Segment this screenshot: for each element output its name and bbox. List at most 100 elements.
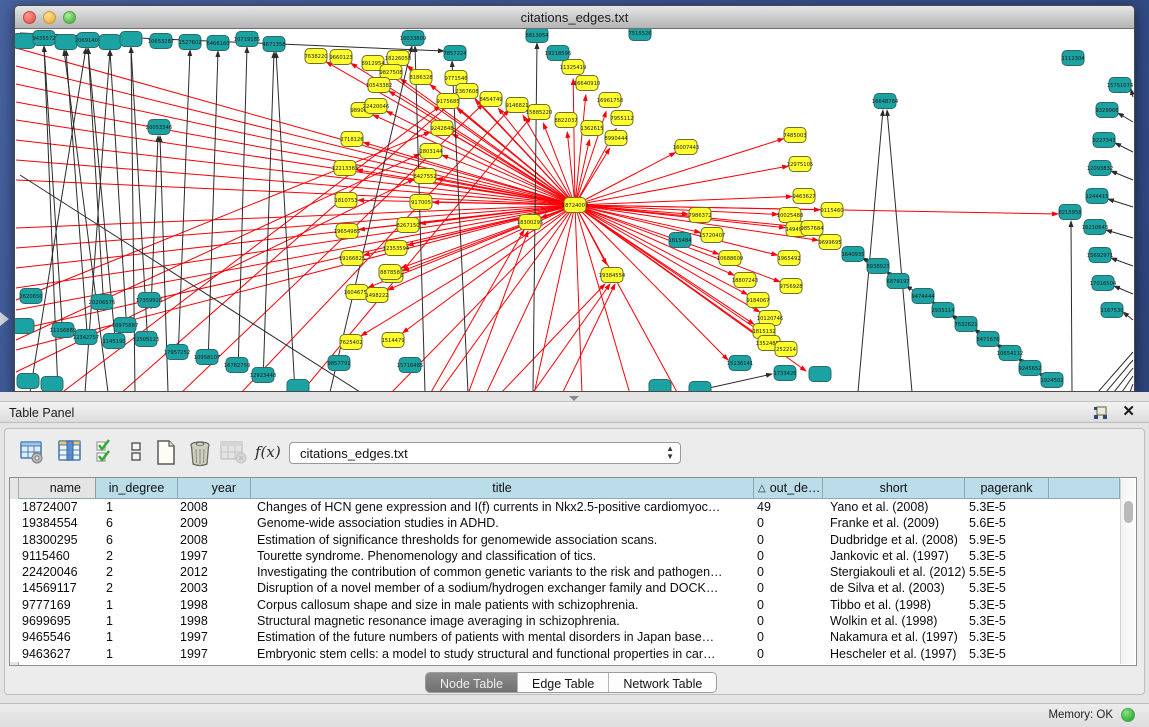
cell-year[interactable]: 2012 [178,564,251,580]
cell-out_de…[interactable]: 0 [754,597,823,613]
graph-node-selected[interactable]: 16961758 [597,93,623,108]
cell-gutter[interactable] [1049,564,1120,580]
cell-short[interactable]: Dudbridge et al. (2008) [823,532,965,548]
cell-name[interactable]: 9699695 [19,613,96,629]
cell-in_degree[interactable]: 2 [96,580,178,596]
citation-edge-black[interactable] [1106,360,1133,391]
table-row[interactable]: 1938455462009Genome-wide association stu… [10,515,1128,531]
citation-edge-red[interactable] [452,134,575,205]
citation-edge-red[interactable] [575,205,747,294]
citation-edge-black[interactable] [1108,199,1133,207]
citation-edge-black[interactable] [208,51,218,365]
graph-node-selected[interactable]: 16640910 [574,76,600,91]
graph-node[interactable]: 1167530 [1100,303,1123,318]
graph-node-selected[interactable]: 2718126 [340,132,363,147]
cell-out_de…[interactable]: 0 [754,515,823,531]
cell-name[interactable]: 9777169 [19,597,96,613]
cell-short[interactable]: Tibbo et al. (1998) [823,597,965,613]
citation-edge-black[interactable] [1130,384,1133,391]
cell-pagerank[interactable]: 5.3E-5 [965,548,1049,564]
window-titlebar[interactable]: citations_edges.txt [15,6,1134,29]
cell-in_degree[interactable]: 6 [96,532,178,548]
graph-node[interactable]: 16648784 [872,94,899,109]
graph-node-selected[interactable]: 10025488 [777,208,803,223]
graph-node-selected[interactable]: 1514479 [381,333,404,348]
graph-node[interactable] [55,35,77,50]
cell-pagerank[interactable]: 5.3E-5 [965,613,1049,629]
cell-short[interactable]: Wolkin et al. (1998) [823,613,965,629]
graph-node[interactable]: 8938923 [866,259,889,274]
graph-node[interactable]: 9245652 [1018,361,1041,376]
table-panel-titlebar[interactable]: Table Panel ✕ [0,401,1149,423]
graph-node-selected[interactable]: 9115460 [820,203,843,218]
citation-edge-black[interactable] [1098,352,1133,391]
cell-gutter[interactable] [10,548,19,564]
citation-edge-black[interactable] [1106,230,1133,238]
cell-title[interactable]: Genome-wide association studies in ADHD. [251,515,754,531]
graph-node[interactable]: 1815484 [668,233,692,248]
citation-edge-red[interactable] [16,154,420,340]
cell-year[interactable]: 2008 [178,532,251,548]
column-header-title[interactable]: title [251,478,754,499]
citation-edge-black[interactable] [178,50,190,360]
cell-in_degree[interactable]: 2 [96,564,178,580]
graph-node-selected[interactable]: 12213383 [332,161,358,176]
citation-edge-black[interactable] [1118,113,1133,122]
graph-node-selected[interactable]: 8990444 [604,131,628,146]
cell-title[interactable]: Embryonic stem cells: a model to study s… [251,646,754,662]
cell-name[interactable]: 22420046 [19,564,96,580]
cell-year[interactable]: 2008 [178,499,251,515]
citation-edge-black[interactable] [44,46,58,391]
graph-node[interactable] [99,35,121,50]
cell-year[interactable]: 2003 [178,580,251,596]
citation-edge-black[interactable] [66,50,88,345]
cell-year[interactable]: 1997 [178,548,251,564]
graph-node-selected[interactable]: 12975105 [787,157,813,172]
graph-node[interactable] [809,367,831,382]
graph-node-selected[interactable]: 8822037 [554,113,577,128]
graph-node[interactable]: 10653287 [148,34,174,49]
graph-node[interactable] [17,374,39,389]
graph-node-selected[interactable]: 9699695 [818,235,841,250]
graph-node[interactable]: 1112304 [1061,51,1085,66]
cell-gutter[interactable] [1049,532,1120,548]
cell-short[interactable]: Franke et al. (2009) [823,515,965,531]
graph-node[interactable]: 15136141 [727,356,753,371]
cell-in_degree[interactable]: 1 [96,499,178,515]
cell-pagerank[interactable]: 5.5E-5 [965,564,1049,580]
graph-node-selected[interactable]: 16007443 [673,140,699,155]
graph-node[interactable]: 10719185 [234,32,260,47]
citation-edge-black[interactable] [1111,258,1133,266]
graph-node[interactable]: 12505123 [133,332,159,347]
graph-node[interactable]: 4671358 [262,37,285,52]
table-row[interactable]: 911546021997Tourette syndrome. Phenomeno… [10,548,1128,564]
cell-in_degree[interactable]: 1 [96,646,178,662]
graph-node-selected[interactable]: 252214 [775,342,797,357]
cell-title[interactable]: Estimation of the future numbers of pati… [251,629,754,645]
graph-node-selected[interactable]: 1498222 [365,288,388,303]
cell-year[interactable]: 1998 [178,597,251,613]
tab-network-table[interactable]: Network Table [609,673,716,693]
table-row[interactable]: 977716911998Corpus callosum shape and si… [10,597,1128,613]
cell-name[interactable]: 18724007 [19,499,96,515]
close-panel-icon[interactable]: ✕ [1122,404,1135,420]
tab-node-table[interactable]: Node Table [426,673,518,693]
graph-node[interactable]: 19218596 [545,46,571,61]
graph-node-selected[interactable]: 1810753 [334,193,357,208]
cell-year[interactable]: 2009 [178,515,251,531]
graph-node[interactable]: 1640935 [841,247,864,262]
graph-node-selected[interactable]: 1362615 [580,121,603,136]
graph-node-selected[interactable]: 9857684 [800,221,824,236]
graph-node[interactable]: 16033809 [400,31,426,46]
graph-node[interactable]: 8215958 [1058,205,1081,220]
cell-out_de…[interactable]: 0 [754,646,823,662]
cell-out_de…[interactable]: 0 [754,532,823,548]
cell-pagerank[interactable]: 5.3E-5 [965,499,1049,515]
cell-pagerank[interactable]: 5.6E-5 [965,515,1049,531]
graph-node[interactable]: 17359928 [136,293,162,308]
graph-node-selected[interactable]: 9242848 [430,121,453,136]
table-row[interactable]: 1456911722003Disruption of a novel membe… [10,580,1128,596]
cell-gutter[interactable] [10,499,19,515]
graph-node[interactable] [120,32,142,47]
table-row[interactable]: 946554611997Estimation of the future num… [10,629,1128,645]
